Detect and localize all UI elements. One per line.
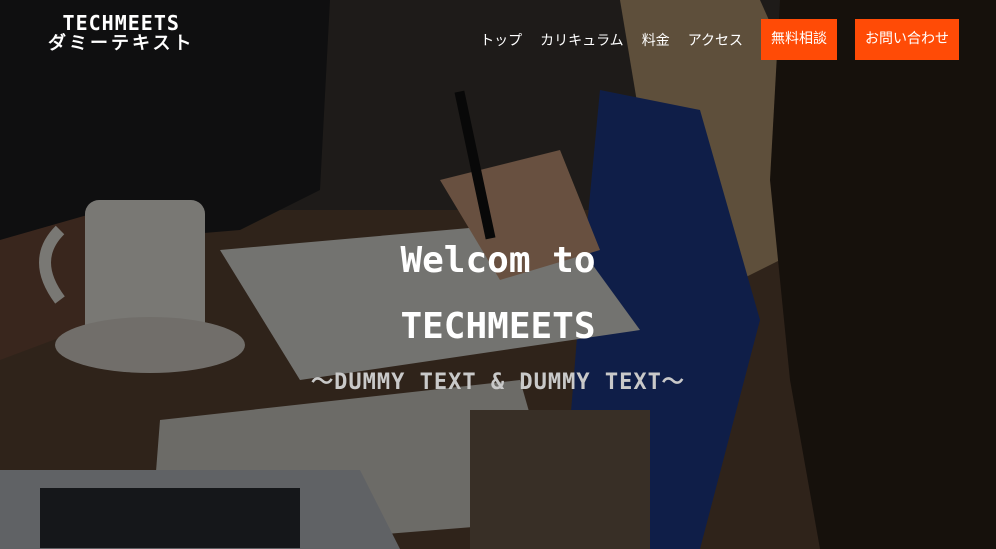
logo-title: TECHMEETS (62, 11, 180, 35)
free-consultation-button[interactable]: 無料相談 (761, 19, 837, 60)
hero-heading-line1: Welcom to (400, 240, 596, 281)
logo-subtitle: ダミーテキスト (48, 33, 195, 55)
hero-subtitle: 〜DUMMY TEXT & DUMMY TEXT〜 (311, 370, 685, 395)
main-nav: トップ カリキュラム 料金 アクセス 無料相談 お問い合わせ (480, 19, 959, 60)
hero-copy: Welcom to TECHMEETS 〜DUMMY TEXT & DUMMY … (0, 228, 996, 396)
hero-section: TECHMEETS ダミーテキスト トップ カリキュラム 料金 アクセス 無料相… (0, 0, 996, 549)
nav-link-access[interactable]: アクセス (688, 30, 743, 50)
nav-link-pricing[interactable]: 料金 (642, 30, 670, 50)
site-logo[interactable]: TECHMEETS ダミーテキスト (48, 12, 194, 55)
hero-heading-line2: TECHMEETS (400, 306, 596, 347)
nav-link-curriculum[interactable]: カリキュラム (540, 30, 624, 50)
contact-button[interactable]: お問い合わせ (855, 19, 959, 60)
nav-link-top[interactable]: トップ (480, 30, 522, 50)
